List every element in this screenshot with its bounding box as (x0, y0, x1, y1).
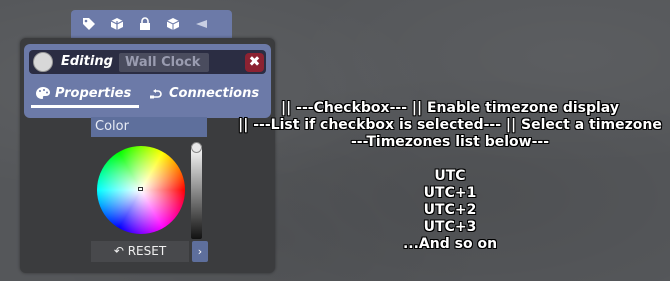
active-tab-indicator (31, 105, 139, 108)
color-wheel-cursor[interactable] (138, 187, 143, 191)
reset-button[interactable]: ↶ RESET (91, 241, 189, 262)
connections-icon (150, 89, 162, 99)
overlay-line: || ---List if checkbox is selected--- ||… (238, 117, 662, 133)
editing-label: Editing (61, 54, 113, 69)
reset-label: RESET (127, 244, 167, 258)
cube-button[interactable] (161, 14, 185, 34)
clock-icon (33, 52, 53, 72)
palette-icon (36, 87, 50, 99)
tag-button[interactable] (77, 14, 101, 34)
overlay-line: ---Timezones list below--- (350, 134, 550, 150)
brightness-slider-handle[interactable] (191, 142, 202, 153)
overlay-line: ...And so on (402, 236, 498, 252)
cube-icon (166, 18, 180, 30)
collapse-arrow-icon (196, 20, 207, 28)
close-button[interactable]: ✖ (245, 53, 264, 72)
package-button[interactable] (105, 14, 129, 34)
overlay-line: UTC+3 (423, 219, 477, 235)
tab-properties-label: Properties (55, 85, 132, 101)
title-bar: Editing Wall Clock ✖ (29, 50, 266, 74)
tag-icon (83, 18, 95, 30)
object-name-field[interactable]: Wall Clock (119, 53, 209, 72)
brightness-slider[interactable] (191, 145, 202, 239)
collapse-button[interactable] (189, 14, 213, 34)
overlay-line: UTC+1 (423, 185, 477, 201)
tab-properties[interactable]: Properties (31, 80, 139, 108)
overlay-line: || ---Checkbox--- || Enable timezone dis… (281, 100, 619, 116)
overlay-line: UTC (434, 168, 466, 184)
tab-connections-label: Connections (169, 85, 260, 101)
top-toolbar (71, 10, 232, 38)
color-section-header: Color (91, 117, 207, 137)
lock-icon (140, 17, 150, 30)
overlay-line: UTC+2 (423, 202, 477, 218)
lock-button[interactable] (133, 14, 157, 34)
next-button[interactable]: › (192, 241, 208, 262)
undo-icon: ↶ (113, 244, 124, 258)
instruction-overlay: || ---Checkbox--- || Enable timezone dis… (230, 100, 670, 253)
overlay-line (230, 151, 670, 168)
package-icon (110, 18, 124, 30)
